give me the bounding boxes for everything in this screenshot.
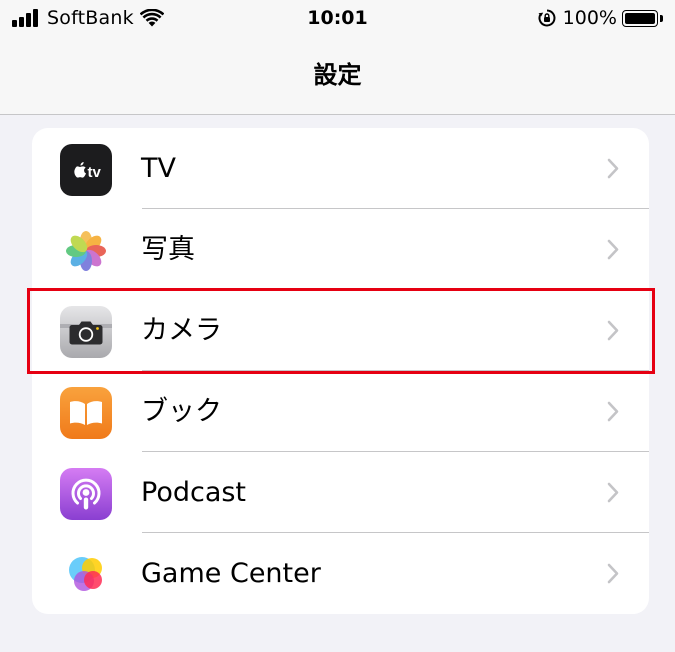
settings-row-label: TV [141, 153, 176, 184]
settings-row-label: Game Center [141, 558, 321, 589]
settings-row-books[interactable]: ブック [32, 371, 649, 452]
navigation-bar: 設定 [0, 38, 675, 115]
battery-percentage: 100% [562, 7, 617, 29]
svg-text:tv: tv [88, 164, 102, 181]
settings-row-photos[interactable]: 写真 [32, 209, 649, 290]
chevron-right-icon [607, 563, 619, 584]
settings-row-label: ブック [141, 396, 222, 427]
settings-row-label: 写真 [141, 234, 195, 265]
podcasts-icon [60, 468, 112, 520]
books-icon [60, 387, 112, 439]
apple-tv-icon: tv [60, 144, 112, 196]
battery-cap [660, 14, 663, 22]
status-right: 100% [537, 5, 663, 31]
status-bar: SoftBank 10:01 100% [0, 0, 675, 38]
settings-row-game-center[interactable]: Game Center [32, 533, 649, 614]
camera-icon [60, 306, 112, 358]
chevron-right-icon [607, 320, 619, 341]
settings-row-label: カメラ [141, 315, 222, 346]
page-title: 設定 [313, 61, 362, 89]
battery-fill [625, 12, 655, 24]
settings-row-podcast[interactable]: Podcast [32, 452, 649, 533]
chevron-right-icon [607, 158, 619, 179]
settings-row-tv[interactable]: tv TV [32, 128, 649, 209]
settings-row-label: Podcast [141, 477, 247, 508]
photos-icon [60, 225, 112, 277]
chevron-right-icon [607, 239, 619, 260]
chevron-right-icon [607, 401, 619, 422]
chevron-right-icon [607, 482, 619, 503]
settings-list: tv TV 写真 カメラ ブック Podcast Game Center [32, 128, 649, 614]
game-center-icon [60, 549, 112, 601]
settings-row-camera[interactable]: カメラ [32, 290, 649, 371]
orientation-lock-icon [538, 9, 556, 27]
battery-icon [622, 9, 658, 27]
